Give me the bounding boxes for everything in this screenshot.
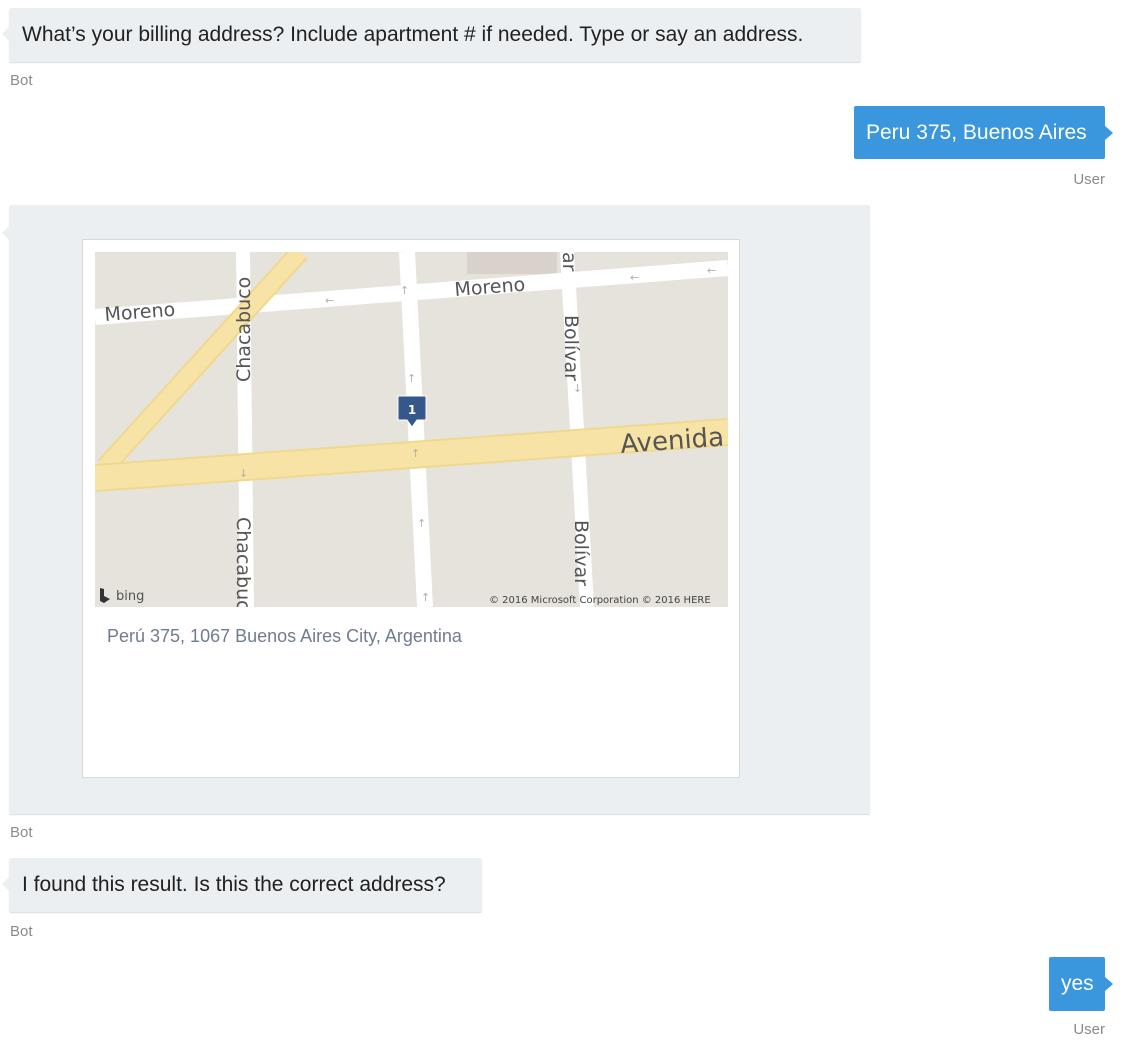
svg-text:ar: ar: [558, 252, 580, 272]
map-label-chacabuco-bottom: Chacabuco: [232, 517, 254, 607]
svg-text:↑: ↑: [421, 591, 430, 604]
svg-text:↑: ↑: [407, 372, 416, 385]
bot-message-map-card: ← ← ← ↑ ↑ ↑ ↑ ↑ ↓ ↓ Moreno Moreno Chacab…: [2, 205, 870, 814]
svg-text:↓: ↓: [573, 382, 582, 395]
sender-label-bot: Bot: [10, 923, 33, 940]
address-text: Perú 375, 1067 Buenos Aires City, Argent…: [107, 626, 462, 646]
bing-logo-text: bing: [116, 589, 144, 604]
user-message-yes: yes: [1049, 957, 1113, 1011]
user-message-text: Peru 375, Buenos Aires: [866, 121, 1087, 144]
user-message-text: yes: [1061, 972, 1094, 995]
bot-message-text: What’s your billing address? Include apa…: [22, 23, 804, 46]
map-label-bolivar-bottom: Bolívar: [570, 520, 592, 586]
sender-label-bot: Bot: [10, 72, 33, 89]
svg-text:↓: ↓: [239, 467, 248, 480]
svg-text:↑: ↑: [417, 517, 426, 530]
svg-text:←: ←: [630, 271, 639, 284]
user-message-address: Peru 375, Buenos Aires: [854, 106, 1113, 159]
sender-label-user: User: [1073, 1021, 1105, 1038]
svg-text:↑: ↑: [411, 447, 420, 460]
bot-message-text: I found this result. Is this the correct…: [22, 873, 446, 896]
address-card[interactable]: ← ← ← ↑ ↑ ↑ ↑ ↑ ↓ ↓ Moreno Moreno Chacab…: [82, 239, 740, 778]
map-label-chacabuco-top: Chacabuco: [233, 277, 255, 382]
map-label-bolivar-top: Bolívar: [560, 315, 582, 381]
svg-text:↑: ↑: [400, 284, 409, 297]
sender-label-bot: Bot: [10, 824, 33, 841]
bot-message-billing-question: What’s your billing address? Include apa…: [2, 8, 861, 62]
bot-message-confirm: I found this result. Is this the correct…: [2, 858, 482, 912]
map-pin-number: 1: [408, 403, 416, 417]
map-image[interactable]: ← ← ← ↑ ↑ ↑ ↑ ↑ ↓ ↓ Moreno Moreno Chacab…: [95, 252, 728, 607]
svg-text:←: ←: [325, 294, 334, 307]
map-copyright: © 2016 Microsoft Corporation © 2016 HERE: [489, 595, 711, 606]
sender-label-user: User: [1073, 171, 1105, 188]
svg-text:←: ←: [707, 264, 716, 277]
